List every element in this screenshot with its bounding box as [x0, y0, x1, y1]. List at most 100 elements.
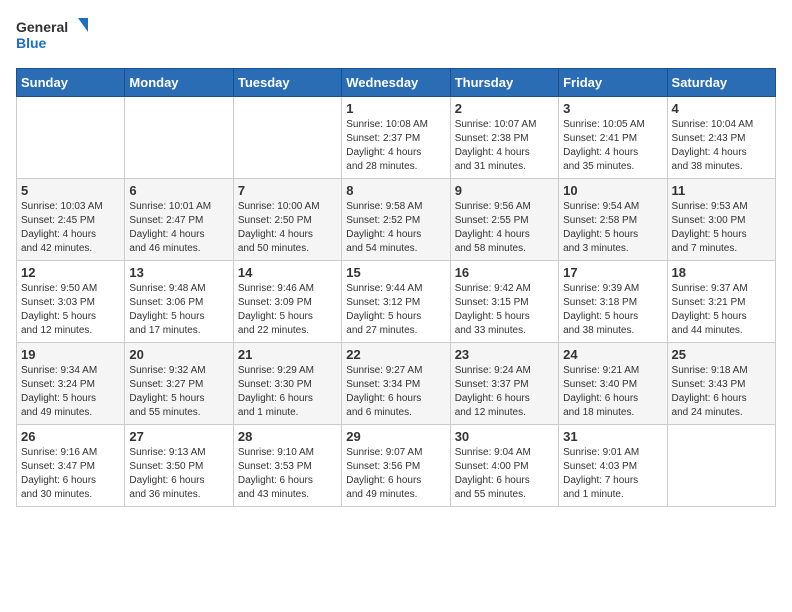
calendar-cell: 24Sunrise: 9:21 AM Sunset: 3:40 PM Dayli… — [559, 343, 667, 425]
day-info: Sunrise: 9:32 AM Sunset: 3:27 PM Dayligh… — [129, 364, 228, 420]
calendar-cell: 29 Sunrise: 9:07 AM Sunset: 3:56 PM Dayli… — [342, 425, 450, 507]
day-info: Sunrise: 10:05 AM Sunset: 2:41 PM Daylig… — [563, 118, 662, 174]
weekday-header-friday: Friday — [559, 69, 667, 97]
day-number: 16 — [455, 265, 554, 280]
day-number: 4 — [672, 101, 771, 116]
weekday-header-wednesday: Wednesday — [342, 69, 450, 97]
day-info: Sunrise: 9:24 AM Sunset: 3:37 PM Dayligh… — [455, 364, 554, 420]
day-number: 20 — [129, 347, 228, 362]
calendar-cell: 16 Sunrise: 9:42 AM Sunset: 3:15 PM Dayli… — [450, 261, 558, 343]
day-info: Sunrise: 9:54 AM Sunset: 2:58 PM Dayligh… — [563, 200, 662, 256]
day-info: Sunrise: 9:16 AM Sunset: 3:47 PM Dayligh… — [21, 446, 120, 502]
calendar-cell: 27Sunrise: 9:13 AM Sunset: 3:50 PM Dayli… — [125, 425, 233, 507]
day-info: Sunrise: 10:08 AM Sunset: 2:37 PM Daylig… — [346, 118, 445, 174]
calendar-cell: 10Sunrise: 9:54 AM Sunset: 2:58 PM Dayli… — [559, 179, 667, 261]
day-info: Sunrise: 9:07 AM Sunset: 3:56 PM Dayligh… — [346, 446, 445, 502]
day-info: Sunrise: 9:18 AM Sunset: 3:43 PM Dayligh… — [672, 364, 771, 420]
day-number: 11 — [672, 183, 771, 198]
day-number: 18 — [672, 265, 771, 280]
day-info: Sunrise: 10:03 AM Sunset: 2:45 PM Daylig… — [21, 200, 120, 256]
calendar-cell: 14 Sunrise: 9:46 AM Sunset: 3:09 PM Dayli… — [233, 261, 341, 343]
day-info: Sunrise: 9:48 AM Sunset: 3:06 PM Dayligh… — [129, 282, 228, 338]
day-number: 30 — [455, 429, 554, 444]
calendar-cell: 5 Sunrise: 10:03 AM Sunset: 2:45 PM Dayli… — [17, 179, 125, 261]
day-info: Sunrise: 9:39 AM Sunset: 3:18 PM Dayligh… — [563, 282, 662, 338]
calendar-cell: 12 Sunrise: 9:50 AM Sunset: 3:03 PM Dayli… — [17, 261, 125, 343]
day-info: Sunrise: 9:50 AM Sunset: 3:03 PM Dayligh… — [21, 282, 120, 338]
weekday-header-sunday: Sunday — [17, 69, 125, 97]
calendar-cell: 22 Sunrise: 9:27 AM Sunset: 3:34 PM Dayli… — [342, 343, 450, 425]
calendar-week-row: 5 Sunrise: 10:03 AM Sunset: 2:45 PM Dayli… — [17, 179, 776, 261]
calendar-cell: 3 Sunrise: 10:05 AM Sunset: 2:41 PM Dayli… — [559, 97, 667, 179]
day-info: Sunrise: 10:04 AM Sunset: 2:43 PM Daylig… — [672, 118, 771, 174]
weekday-header-row: SundayMondayTuesdayWednesdayThursdayFrid… — [17, 69, 776, 97]
calendar-cell — [17, 97, 125, 179]
day-number: 3 — [563, 101, 662, 116]
day-info: Sunrise: 9:04 AM Sunset: 4:00 PM Dayligh… — [455, 446, 554, 502]
day-number: 29 — [346, 429, 445, 444]
day-number: 27 — [129, 429, 228, 444]
calendar-cell: 6 Sunrise: 10:01 AM Sunset: 2:47 PM Dayli… — [125, 179, 233, 261]
weekday-header-saturday: Saturday — [667, 69, 775, 97]
calendar-cell: 21Sunrise: 9:29 AM Sunset: 3:30 PM Dayli… — [233, 343, 341, 425]
calendar-cell — [233, 97, 341, 179]
calendar-cell: 19 Sunrise: 9:34 AM Sunset: 3:24 PM Dayli… — [17, 343, 125, 425]
day-number: 2 — [455, 101, 554, 116]
day-number: 31 — [563, 429, 662, 444]
calendar-cell: 17 Sunrise: 9:39 AM Sunset: 3:18 PM Dayli… — [559, 261, 667, 343]
day-info: Sunrise: 9:58 AM Sunset: 2:52 PM Dayligh… — [346, 200, 445, 256]
calendar-cell: 2 Sunrise: 10:07 AM Sunset: 2:38 PM Dayli… — [450, 97, 558, 179]
calendar-cell: 4 Sunrise: 10:04 AM Sunset: 2:43 PM Dayli… — [667, 97, 775, 179]
day-number: 26 — [21, 429, 120, 444]
calendar-cell: 8 Sunrise: 9:58 AM Sunset: 2:52 PM Daylig… — [342, 179, 450, 261]
day-info: Sunrise: 10:00 AM Sunset: 2:50 PM Daylig… — [238, 200, 337, 256]
calendar-cell: 11 Sunrise: 9:53 AM Sunset: 3:00 PM Dayli… — [667, 179, 775, 261]
calendar-week-row: 1 Sunrise: 10:08 AM Sunset: 2:37 PM Dayli… — [17, 97, 776, 179]
day-number: 21 — [238, 347, 337, 362]
day-info: Sunrise: 9:01 AM Sunset: 4:03 PM Dayligh… — [563, 446, 662, 502]
calendar-cell: 31 Sunrise: 9:01 AM Sunset: 4:03 PM Dayli… — [559, 425, 667, 507]
day-number: 22 — [346, 347, 445, 362]
calendar-week-row: 12 Sunrise: 9:50 AM Sunset: 3:03 PM Dayli… — [17, 261, 776, 343]
logo-icon: GeneralBlue — [16, 16, 96, 56]
day-number: 6 — [129, 183, 228, 198]
day-info: Sunrise: 10:01 AM Sunset: 2:47 PM Daylig… — [129, 200, 228, 256]
day-info: Sunrise: 9:37 AM Sunset: 3:21 PM Dayligh… — [672, 282, 771, 338]
day-number: 25 — [672, 347, 771, 362]
day-info: Sunrise: 9:46 AM Sunset: 3:09 PM Dayligh… — [238, 282, 337, 338]
day-info: Sunrise: 9:21 AM Sunset: 3:40 PM Dayligh… — [563, 364, 662, 420]
day-info: Sunrise: 9:34 AM Sunset: 3:24 PM Dayligh… — [21, 364, 120, 420]
day-number: 1 — [346, 101, 445, 116]
day-number: 17 — [563, 265, 662, 280]
day-info: Sunrise: 9:53 AM Sunset: 3:00 PM Dayligh… — [672, 200, 771, 256]
calendar-week-row: 19 Sunrise: 9:34 AM Sunset: 3:24 PM Dayli… — [17, 343, 776, 425]
day-number: 28 — [238, 429, 337, 444]
calendar-cell — [667, 425, 775, 507]
day-info: Sunrise: 9:42 AM Sunset: 3:15 PM Dayligh… — [455, 282, 554, 338]
day-info: Sunrise: 10:07 AM Sunset: 2:38 PM Daylig… — [455, 118, 554, 174]
day-number: 19 — [21, 347, 120, 362]
calendar-cell: 25 Sunrise: 9:18 AM Sunset: 3:43 PM Dayli… — [667, 343, 775, 425]
weekday-header-thursday: Thursday — [450, 69, 558, 97]
calendar-cell: 13Sunrise: 9:48 AM Sunset: 3:06 PM Dayli… — [125, 261, 233, 343]
svg-text:General: General — [16, 19, 68, 35]
calendar-cell: 18 Sunrise: 9:37 AM Sunset: 3:21 PM Dayli… — [667, 261, 775, 343]
day-number: 12 — [21, 265, 120, 280]
calendar-cell: 23 Sunrise: 9:24 AM Sunset: 3:37 PM Dayli… — [450, 343, 558, 425]
header: GeneralBlue — [16, 16, 776, 56]
svg-text:Blue: Blue — [16, 35, 47, 51]
day-number: 14 — [238, 265, 337, 280]
calendar-cell: 30 Sunrise: 9:04 AM Sunset: 4:00 PM Dayli… — [450, 425, 558, 507]
weekday-header-monday: Monday — [125, 69, 233, 97]
calendar-cell: 28Sunrise: 9:10 AM Sunset: 3:53 PM Dayli… — [233, 425, 341, 507]
day-info: Sunrise: 9:27 AM Sunset: 3:34 PM Dayligh… — [346, 364, 445, 420]
day-number: 15 — [346, 265, 445, 280]
logo: GeneralBlue — [16, 16, 96, 56]
calendar-cell: 9Sunrise: 9:56 AM Sunset: 2:55 PM Daylig… — [450, 179, 558, 261]
day-number: 23 — [455, 347, 554, 362]
calendar-cell: 15Sunrise: 9:44 AM Sunset: 3:12 PM Dayli… — [342, 261, 450, 343]
day-number: 9 — [455, 183, 554, 198]
day-number: 5 — [21, 183, 120, 198]
calendar-cell — [125, 97, 233, 179]
day-number: 8 — [346, 183, 445, 198]
